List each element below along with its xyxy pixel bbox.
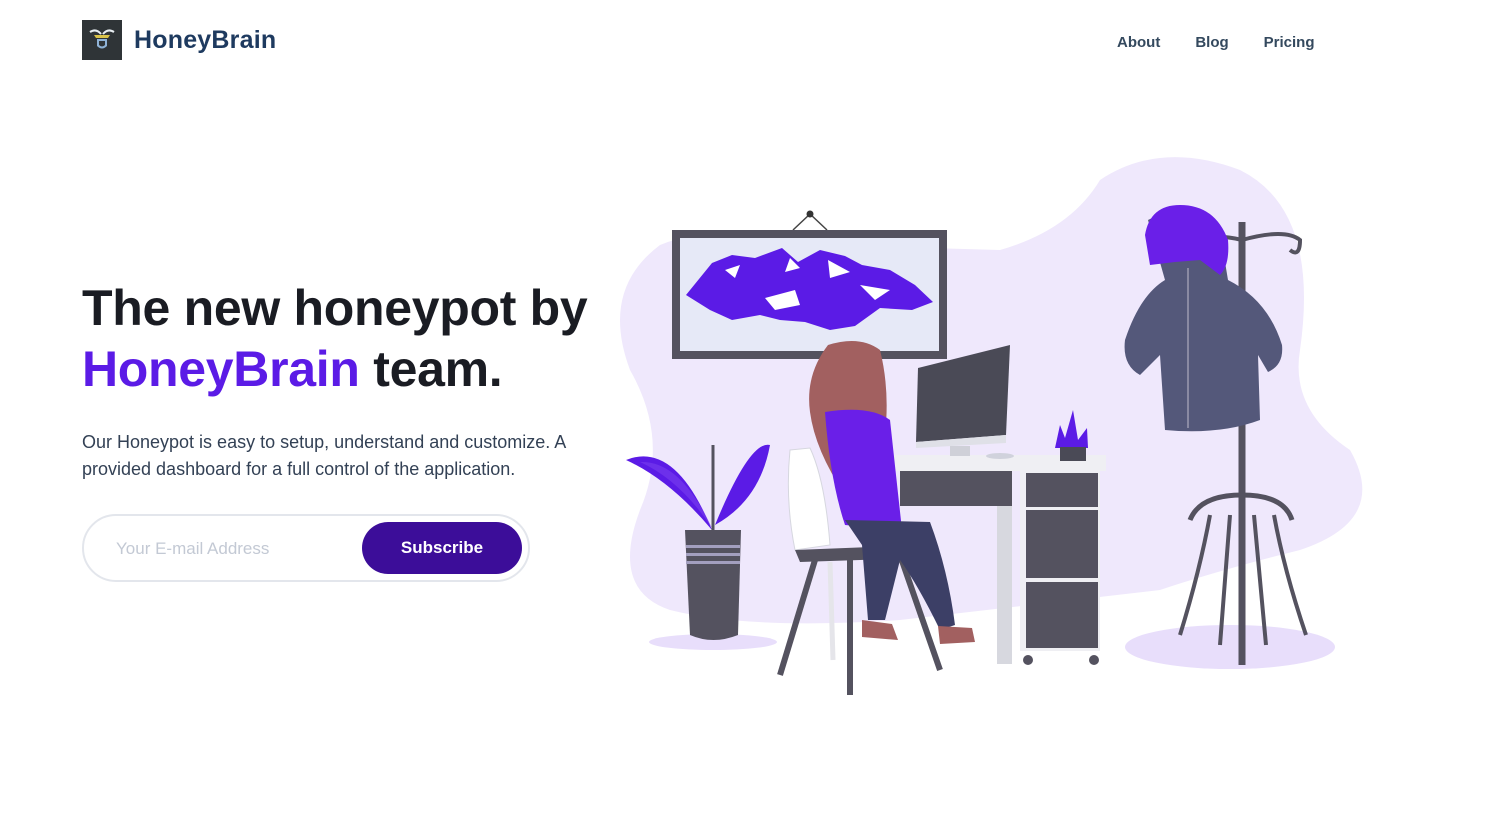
desk-leg	[997, 506, 1012, 664]
hero-title-accent: HoneyBrain	[82, 341, 360, 397]
hero-title-rest: team.	[359, 341, 503, 397]
person-shoes	[862, 620, 975, 644]
hero-description: Our Honeypot is easy to setup, understan…	[82, 432, 566, 479]
nav-blog[interactable]: Blog	[1195, 34, 1228, 51]
email-input[interactable]	[116, 534, 356, 564]
site-header: HoneyBrain About Blog Pricing	[0, 0, 1500, 82]
brand-name: HoneyBrain	[134, 25, 277, 54]
hero-illustration	[620, 157, 1363, 695]
desk-drawer-left	[900, 471, 1012, 506]
nav-pricing[interactable]: Pricing	[1264, 34, 1315, 51]
nav-about[interactable]: About	[1117, 34, 1160, 51]
logo[interactable]: HoneyBrain	[82, 20, 276, 60]
main-nav: About Blog Pricing	[1117, 34, 1315, 51]
bee-shield-icon	[82, 20, 122, 60]
subscribe-form: Subscribe	[82, 514, 530, 582]
subscribe-button[interactable]: Subscribe	[362, 522, 522, 574]
hero-title: The new honeypot by HoneyBrain team.	[82, 278, 642, 400]
hero-title-line1: The new honeypot by	[82, 280, 588, 336]
